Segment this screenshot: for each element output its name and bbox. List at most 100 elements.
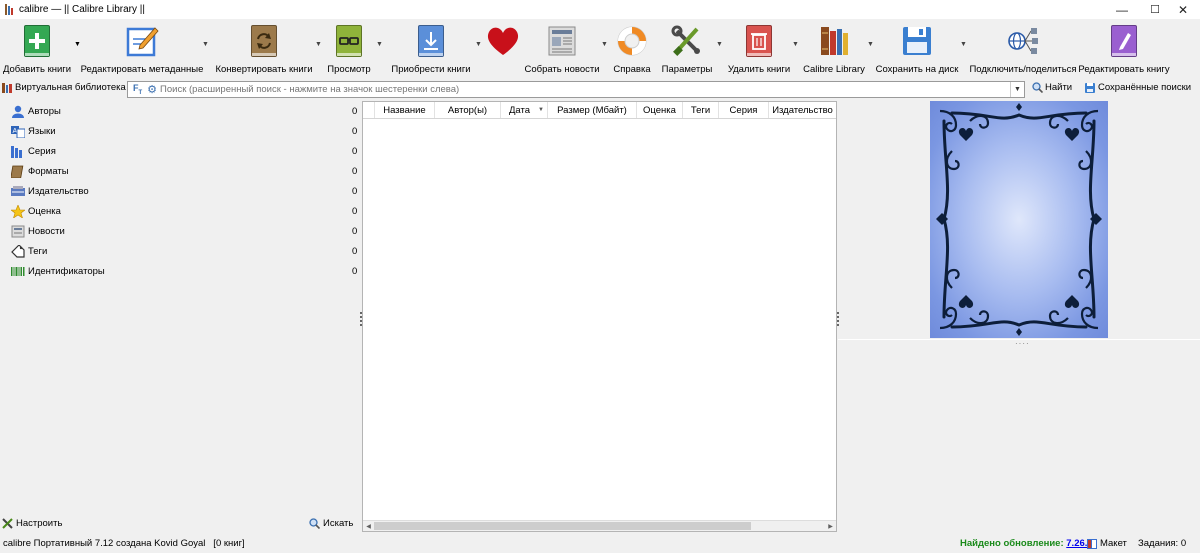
- edit-metadata-dropdown-icon[interactable]: ▼: [202, 41, 209, 48]
- configure-tag-browser-button[interactable]: Настроить: [2, 518, 62, 529]
- book-cover-placeholder[interactable]: [930, 101, 1108, 338]
- advanced-search-gear-icon[interactable]: ⚙: [147, 83, 157, 96]
- magnifier-icon: [309, 518, 320, 529]
- help-lifebuoy-icon: [614, 23, 650, 59]
- library-books-icon: [816, 23, 852, 59]
- search-input[interactable]: [160, 84, 1001, 95]
- saved-searches-button[interactable]: Сохранённые поиски: [1085, 82, 1191, 93]
- scroll-right-icon[interactable]: ▶: [825, 521, 836, 531]
- remove-books-icon: [741, 23, 777, 59]
- toolbar-help[interactable]: Справка: [612, 19, 652, 79]
- virtual-library-icon: [2, 83, 12, 93]
- virtual-library-button[interactable]: Виртуальная библиотека: [2, 82, 126, 93]
- tag-browser-item-series[interactable]: Серия 0: [0, 141, 360, 161]
- calibre-app-icon: [5, 4, 14, 15]
- column-header-series[interactable]: Серия: [719, 102, 769, 118]
- authors-icon: [11, 105, 25, 118]
- toolbar-connect-share[interactable]: Подключить/поделиться: [969, 19, 1077, 79]
- find-button[interactable]: Найти: [1032, 82, 1072, 93]
- save-to-disk-dropdown-icon[interactable]: ▼: [960, 41, 967, 48]
- identifiers-icon: [11, 265, 25, 278]
- convert-books-dropdown-icon[interactable]: ▼: [315, 41, 322, 48]
- close-button[interactable]: ✕: [1166, 0, 1200, 19]
- update-notice: Найдено обновление: 7.26.0: [960, 538, 1093, 549]
- preferences-tools-icon: [669, 23, 705, 59]
- edit-metadata-icon: [124, 23, 160, 59]
- tag-browser-item-authors[interactable]: Авторы 0: [0, 101, 360, 121]
- tag-browser-item-rating[interactable]: Оценка 0: [0, 201, 360, 221]
- window-title: calibre — || Calibre Library ||: [19, 4, 145, 15]
- view-book-icon: [331, 23, 367, 59]
- scrollbar-thumb[interactable]: [374, 522, 751, 530]
- toolbar-edit-metadata[interactable]: Редактировать метаданные: [81, 19, 203, 79]
- column-header-size[interactable]: Размер (Мбайт): [548, 102, 637, 118]
- languages-icon: A: [11, 125, 26, 138]
- column-header-rating[interactable]: Оценка: [637, 102, 683, 118]
- book-list-header: Название Автор(ы) Дата ▼ Размер (Мбайт) …: [363, 102, 836, 119]
- ornamental-frame-icon: [936, 103, 1102, 336]
- tools-icon: [2, 518, 13, 529]
- column-header-title[interactable]: Название: [375, 102, 435, 118]
- main-toolbar: Добавить книги ▼ Редактировать метаданны…: [0, 19, 1200, 79]
- column-header-date[interactable]: Дата ▼: [501, 102, 548, 118]
- find-in-tag-browser-button[interactable]: Искать: [309, 518, 353, 529]
- preferences-dropdown-icon[interactable]: ▼: [716, 41, 723, 48]
- tag-browser: Авторы 0 A Языки 0 Серия 0 Форматы 0 Изд…: [0, 101, 360, 511]
- cover-splitter-handle[interactable]: ····: [1015, 339, 1030, 348]
- toolbar-remove-books[interactable]: Удалить книги: [728, 19, 790, 79]
- toolbar-preferences[interactable]: Параметры: [660, 19, 714, 79]
- minimize-button[interactable]: —: [1105, 0, 1139, 19]
- fetch-news-dropdown-icon[interactable]: ▼: [601, 41, 608, 48]
- tag-browser-item-news[interactable]: Новости 0: [0, 221, 360, 241]
- toolbar-view[interactable]: Просмотр: [324, 19, 374, 79]
- tag-browser-item-languages[interactable]: A Языки 0: [0, 121, 360, 141]
- search-box[interactable]: FT ⚙ ▼: [127, 81, 1025, 98]
- layout-icon: [1087, 538, 1097, 549]
- status-bar: calibre Портативный 7.12 создана Kovid G…: [0, 535, 1200, 553]
- scroll-left-icon[interactable]: ◀: [363, 521, 374, 531]
- connect-share-icon: [1005, 23, 1041, 59]
- toolbar-calibre-library[interactable]: Calibre Library: [803, 19, 865, 79]
- toolbar-donate[interactable]: [484, 19, 522, 79]
- jobs-indicator[interactable]: Задания: 0: [1138, 538, 1186, 549]
- book-list[interactable]: Название Автор(ы) Дата ▼ Размер (Мбайт) …: [362, 101, 837, 532]
- remove-books-dropdown-icon[interactable]: ▼: [792, 41, 799, 48]
- toolbar-get-books[interactable]: Приобрести книги: [390, 19, 472, 79]
- toolbar-convert-books[interactable]: Конвертировать книги: [215, 19, 313, 79]
- save-disk-icon: [899, 23, 935, 59]
- tag-browser-item-publisher[interactable]: Издательство 0: [0, 181, 360, 201]
- column-header-authors[interactable]: Автор(ы): [435, 102, 501, 118]
- formats-icon: [10, 165, 25, 178]
- add-books-dropdown-icon[interactable]: ▼: [74, 41, 81, 48]
- toolbar-add-books[interactable]: Добавить книги: [3, 19, 71, 79]
- library-dropdown-icon[interactable]: ▼: [867, 41, 874, 48]
- search-history-dropdown-icon[interactable]: ▼: [1010, 82, 1024, 97]
- column-header-tags[interactable]: Теги: [683, 102, 719, 118]
- publisher-icon: [11, 185, 25, 198]
- tag-browser-item-tags[interactable]: Теги 0: [0, 241, 360, 261]
- toolbar-edit-book[interactable]: Редактировать книгу: [1078, 19, 1170, 79]
- toolbar-fetch-news[interactable]: Собрать новости: [524, 19, 600, 79]
- column-header-publisher[interactable]: Издательство: [769, 102, 836, 118]
- add-book-icon: [19, 23, 55, 59]
- search-row: Виртуальная библиотека FT ⚙ ▼ Найти Сохр…: [0, 79, 1200, 100]
- news-icon: [11, 225, 25, 238]
- magnifier-icon: [1032, 82, 1043, 93]
- tag-browser-item-identifiers[interactable]: Идентификаторы 0: [0, 261, 360, 281]
- get-books-icon: [413, 23, 449, 59]
- edit-book-icon: [1106, 23, 1142, 59]
- heart-icon: [485, 23, 521, 59]
- view-dropdown-icon[interactable]: ▼: [376, 41, 383, 48]
- rating-star-icon: [10, 203, 26, 219]
- tag-browser-item-formats[interactable]: Форматы 0: [0, 161, 360, 181]
- layout-button[interactable]: Макет: [1087, 538, 1127, 549]
- series-icon: [11, 145, 25, 158]
- book-list-horizontal-scrollbar[interactable]: ◀ ▶: [363, 520, 836, 531]
- search-case-icon[interactable]: FT: [133, 83, 142, 96]
- convert-books-icon: [246, 23, 282, 59]
- saved-searches-icon: [1085, 82, 1095, 93]
- tags-icon: [11, 243, 25, 258]
- sort-indicator-icon: ▼: [538, 107, 544, 113]
- get-books-dropdown-icon[interactable]: ▼: [475, 41, 482, 48]
- toolbar-save-to-disk[interactable]: Сохранить на диск: [876, 19, 958, 79]
